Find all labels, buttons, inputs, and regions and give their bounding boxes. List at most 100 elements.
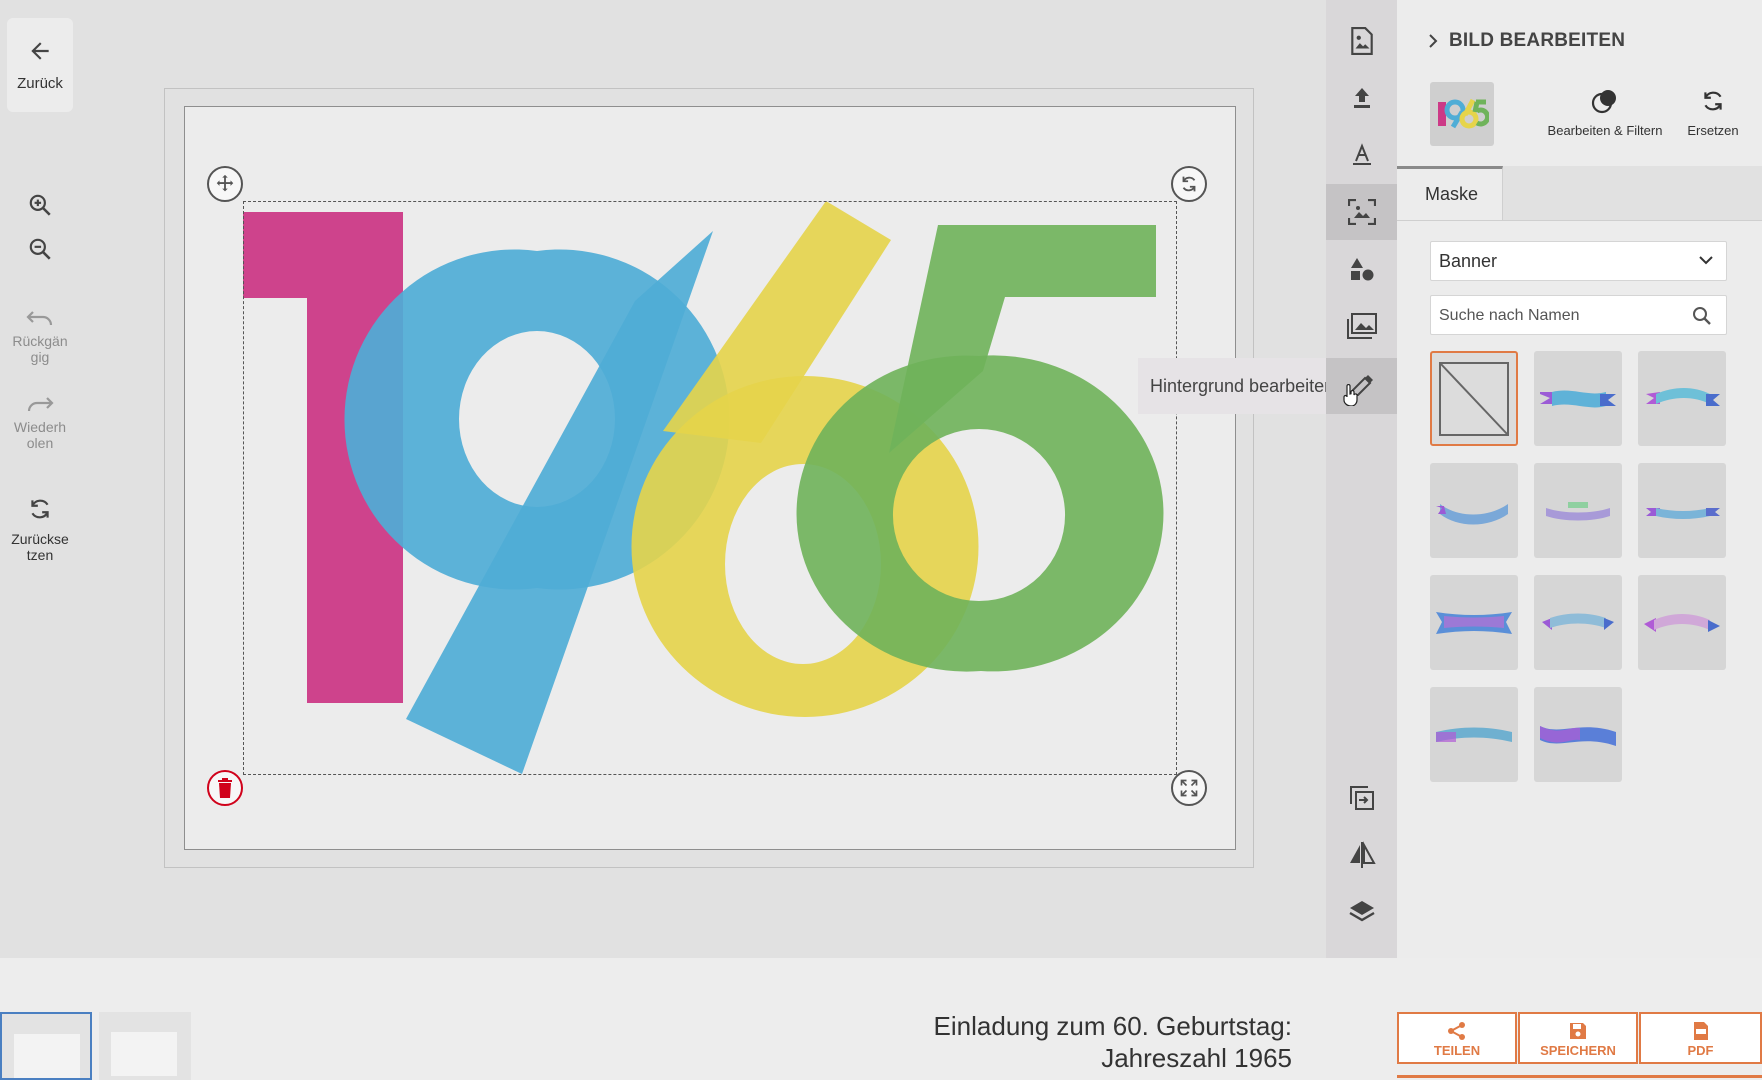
zoom-in-icon [29,194,51,216]
tool-image-file[interactable] [1326,13,1397,69]
banner-mask-icon [1540,725,1616,746]
tool-flip[interactable] [1326,827,1397,883]
search-input[interactable] [1431,296,1681,336]
text-icon [1352,143,1371,165]
page-thumbnail-preview [14,1034,80,1078]
move-icon [216,174,234,192]
save-button[interactable]: SPEICHERN [1518,1012,1638,1064]
mask-item-none[interactable] [1430,351,1518,446]
banner-mask-icon [1646,387,1720,406]
delete-handle[interactable] [207,770,243,806]
search-icon[interactable] [1692,306,1712,326]
edit-filter-button[interactable]: Bearbeiten & Filtern [1539,88,1671,138]
reset-label-1: Zurückse [11,531,69,547]
mask-item-banner[interactable] [1534,351,1622,446]
mask-category-value: Banner [1439,251,1498,271]
tool-image-frame[interactable] [1326,184,1397,240]
banner-mask-icon [1644,613,1720,632]
reset-button[interactable]: Zurückse tzen [0,496,80,563]
tab-row: Maske [1397,166,1762,221]
mask-item-banner[interactable] [1534,463,1622,558]
undo-button[interactable]: Rückgän gig [0,306,80,365]
accent-line [1397,1075,1762,1078]
zoom-out-icon [29,238,51,260]
document-title-line-1: Einladung zum 60. Geburtstag: [933,1011,1292,1041]
mask-item-banner[interactable] [1534,687,1622,782]
banner-mask-icon [1436,611,1512,634]
mask-item-banner[interactable] [1534,575,1622,670]
replace-button[interactable]: Ersetzen [1669,88,1757,138]
mask-search [1430,295,1727,336]
pdf-button[interactable]: PDF [1639,1012,1762,1064]
tool-upload[interactable] [1326,70,1397,126]
page-thumbnail-2[interactable] [99,1012,191,1080]
redo-label-2: olen [26,435,54,451]
banner-mask-icon [1540,390,1616,407]
mask-item-banner[interactable] [1430,463,1518,558]
tab-mask[interactable]: Maske [1397,166,1503,220]
flip-icon [1349,841,1376,868]
tool-text[interactable] [1326,127,1397,183]
shapes-icon [1350,258,1373,281]
panel-title: BILD BEARBEITEN [1449,30,1626,51]
mask-item-banner[interactable] [1430,575,1518,670]
mask-category-select[interactable]: Banner [1430,241,1727,281]
mask-item-banner[interactable] [1638,575,1726,670]
gallery-icon [1346,313,1377,339]
share-button[interactable]: TEILEN [1397,1012,1517,1064]
save-label: SPEICHERN [1540,1043,1616,1058]
panel-header[interactable]: BILD BEARBEITEN [1427,30,1625,52]
banner-mask-icon [1542,613,1614,630]
undo-label-2: gig [30,349,50,365]
floppy-disk-icon [1570,1023,1586,1039]
banner-mask-icon [1436,727,1512,742]
banner-mask-icon [1546,501,1610,520]
back-button[interactable]: Zurück [7,18,73,112]
share-label: TEILEN [1433,1043,1481,1058]
mask-item-banner[interactable] [1430,687,1518,782]
selection-frame [243,201,1177,775]
back-label: Zurück [17,75,63,92]
zoom-in-button[interactable] [0,192,80,223]
redo-button[interactable]: Wiederh olen [0,392,80,451]
hand-cursor-icon [1343,384,1358,406]
tool-shapes[interactable] [1326,241,1397,297]
expand-icon [1180,779,1198,797]
tool-gallery[interactable] [1326,298,1397,354]
banner-mask-icon [1646,507,1720,519]
share-icon [1448,1022,1465,1040]
banner-mask-icon [1436,503,1508,524]
mask-item-banner[interactable] [1638,463,1726,558]
arrow-left-icon [31,42,49,60]
no-mask-icon [1439,361,1509,436]
tool-background[interactable] [1326,358,1397,414]
pdf-file-icon [1693,1022,1708,1040]
filter-icon [1591,90,1616,114]
replace-label: Ersetzen [1687,123,1739,138]
tab-row-background [1503,166,1762,220]
redo-label-1: Wiederh [13,419,67,435]
document-title-line-2: Jahreszahl 1965 [1101,1043,1292,1073]
mask-item-banner[interactable] [1638,351,1726,446]
trash-icon [218,778,232,798]
zoom-out-button[interactable] [0,236,80,267]
left-toolbar: Zurück Rückgän gig Wiederh olen Zurückse… [0,0,80,960]
reset-label-2: tzen [26,547,54,563]
pdf-label: PDF [1687,1043,1714,1058]
undo-label-1: Rückgän [12,333,68,349]
edit-panel: BILD BEARBEITEN Bearbeiten & Filtern Ers… [1397,0,1762,958]
page-thumbnail-1[interactable] [0,1012,92,1080]
image-frame-icon [1347,199,1376,225]
undo-icon [26,311,53,326]
tool-duplicate[interactable] [1326,770,1397,826]
move-handle[interactable] [207,166,243,202]
edit-filter-label: Bearbeiten & Filtern [1547,123,1663,138]
chevron-right-icon [1429,34,1438,48]
tool-layers[interactable] [1326,884,1397,940]
scale-handle[interactable] [1171,770,1207,806]
rotate-handle[interactable] [1171,166,1207,202]
replace-icon [1704,91,1722,111]
document-title: Einladung zum 60. Geburtstag: Jahreszahl… [934,1010,1292,1074]
chevron-down-icon [1699,256,1713,265]
duplicate-icon [1349,786,1374,810]
